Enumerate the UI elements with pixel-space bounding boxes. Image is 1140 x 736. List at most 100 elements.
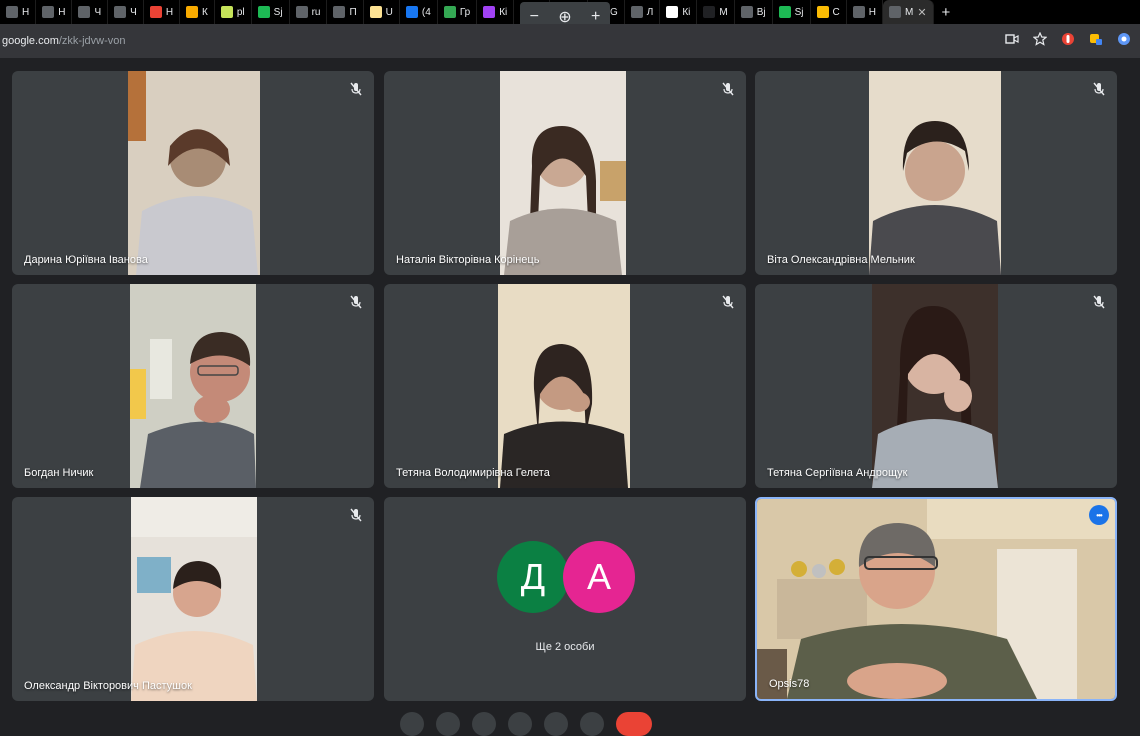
browser-tab[interactable]: Sj <box>252 0 290 24</box>
tab-close-icon[interactable]: ✕ <box>917 6 926 19</box>
browser-tab[interactable]: U <box>364 0 400 24</box>
browser-tab[interactable]: Н <box>847 0 883 24</box>
participant-name: Олександр Вікторович Пастушок <box>24 680 192 692</box>
self-video <box>757 499 1115 699</box>
participant-video <box>869 71 1001 275</box>
control-button[interactable] <box>508 712 532 736</box>
bookmark-star-icon[interactable] <box>1032 31 1048 47</box>
more-options-button[interactable]: ••• <box>1089 505 1109 525</box>
browser-tab[interactable]: Вj <box>735 0 773 24</box>
participant-name: Тетяна Сергіївна Андрощук <box>767 467 908 479</box>
participant-tile[interactable]: Богдан Ничик <box>12 284 374 488</box>
browser-tab[interactable]: Ч <box>72 0 109 24</box>
tab-label: (4 <box>421 6 431 18</box>
browser-tab[interactable]: П <box>327 0 364 24</box>
tab-favicon-icon <box>443 6 456 18</box>
avatar-group: Д А <box>497 541 637 615</box>
browser-tab[interactable]: М <box>697 0 735 24</box>
tab-favicon-icon <box>295 6 308 18</box>
browser-tab[interactable]: С <box>811 0 847 24</box>
tab-label: Л <box>646 6 654 18</box>
participant-name: Віта Олександрівна Мельник <box>767 254 915 266</box>
mic-off-icon <box>348 81 364 97</box>
participant-tile[interactable]: Тетяна Сергіївна Андрощук <box>755 284 1117 488</box>
tab-label: Н <box>58 6 66 18</box>
new-tab-button[interactable]: + <box>934 4 959 21</box>
tab-favicon-icon <box>6 6 18 18</box>
tab-favicon-icon <box>630 6 643 18</box>
extension-blue-icon[interactable] <box>1116 31 1132 47</box>
tab-favicon-icon <box>740 6 753 18</box>
tab-label: U <box>385 6 393 18</box>
extension-yellow-icon[interactable] <box>1088 31 1104 47</box>
browser-tab[interactable]: М ✕ <box>882 0 934 24</box>
participant-tile[interactable]: Віта Олександрівна Мельник <box>755 71 1117 275</box>
browser-tab[interactable]: pl <box>215 0 252 24</box>
participant-tile[interactable]: Олександр Вікторович Пастушок <box>12 497 374 701</box>
participant-video <box>131 497 257 701</box>
self-tile[interactable]: ••• Opsis78 <box>755 497 1117 701</box>
tab-label: Гр <box>459 6 471 18</box>
participant-tile[interactable]: Дарина Юріївна Іванова <box>12 71 374 275</box>
tab-favicon-icon <box>405 6 418 18</box>
browser-tab[interactable]: Гр <box>438 0 478 24</box>
mic-off-icon <box>720 294 736 310</box>
browser-tab[interactable]: Л <box>625 0 661 24</box>
browser-tab[interactable]: Кі <box>477 0 515 24</box>
url-path: /zkk-jdvw-von <box>58 35 126 47</box>
control-button[interactable] <box>472 712 496 736</box>
more-dots-icon: ••• <box>1096 510 1102 520</box>
extension-red-icon[interactable] <box>1060 31 1076 47</box>
leave-call-button[interactable] <box>616 712 652 736</box>
tab-label: Sj <box>273 6 283 18</box>
participant-video <box>128 71 260 275</box>
mic-off-icon <box>348 294 364 310</box>
tab-favicon-icon <box>333 6 346 18</box>
tab-favicon-icon <box>114 6 127 18</box>
url-text[interactable]: google.com/zkk-jdvw-von <box>0 35 126 47</box>
browser-tab[interactable]: Н <box>0 0 37 24</box>
tab-favicon-icon <box>149 6 162 18</box>
control-button[interactable] <box>544 712 568 736</box>
participant-tile[interactable]: Тетяна Володимирівна Гелета <box>384 284 746 488</box>
control-button[interactable] <box>580 712 604 736</box>
control-button[interactable] <box>436 712 460 736</box>
tab-label: Кі <box>499 6 508 18</box>
tab-favicon-icon <box>257 6 270 18</box>
camera-icon[interactable] <box>1004 31 1020 47</box>
browser-tab[interactable]: Кі <box>660 0 698 24</box>
meet-participant-grid: Дарина Юріївна Іванова Наталія Вікторівн… <box>0 58 1140 720</box>
participant-name: Наталія Вікторівна Корінець <box>396 254 540 266</box>
participant-video <box>498 284 630 488</box>
meeting-controls <box>400 712 652 736</box>
tab-label: pl <box>236 6 245 18</box>
tab-label: ru <box>311 6 321 18</box>
participant-tile[interactable]: Наталія Вікторівна Корінець <box>384 71 746 275</box>
tab-label: Вj <box>756 6 766 18</box>
browser-tab[interactable]: Sj <box>773 0 811 24</box>
address-bar-icons <box>1004 31 1132 47</box>
tab-favicon-icon <box>220 6 233 18</box>
address-bar[interactable]: google.com/zkk-jdvw-von <box>0 24 1140 58</box>
tab-label: М <box>719 6 728 18</box>
mic-off-icon <box>1091 81 1107 97</box>
browser-tab[interactable]: (4 <box>400 0 438 24</box>
control-button[interactable] <box>400 712 424 736</box>
tab-label: Ч <box>94 6 102 18</box>
avatar: А <box>563 541 635 613</box>
tab-strip: ННЧЧНКplSjruПU(4ГрКіДВjGЛКіМВjSjСНМ✕ <box>0 0 934 24</box>
more-participants-tile[interactable]: Д А Ще 2 особи <box>384 497 746 701</box>
browser-tab[interactable]: К <box>180 0 215 24</box>
browser-tab[interactable]: Ч <box>108 0 144 24</box>
self-name: Opsis78 <box>769 678 810 690</box>
more-participants-label: Ще 2 особи <box>535 641 595 653</box>
tab-favicon-icon <box>852 6 865 18</box>
tab-label: Кі <box>682 6 691 18</box>
tab-favicon-icon <box>186 6 199 18</box>
tab-favicon-icon <box>666 6 679 18</box>
browser-tab[interactable]: Н <box>144 0 181 24</box>
tab-label: Н <box>868 6 876 18</box>
browser-tab[interactable]: ru <box>290 0 328 24</box>
browser-tab[interactable]: Н <box>36 0 73 24</box>
mic-off-icon <box>348 507 364 523</box>
